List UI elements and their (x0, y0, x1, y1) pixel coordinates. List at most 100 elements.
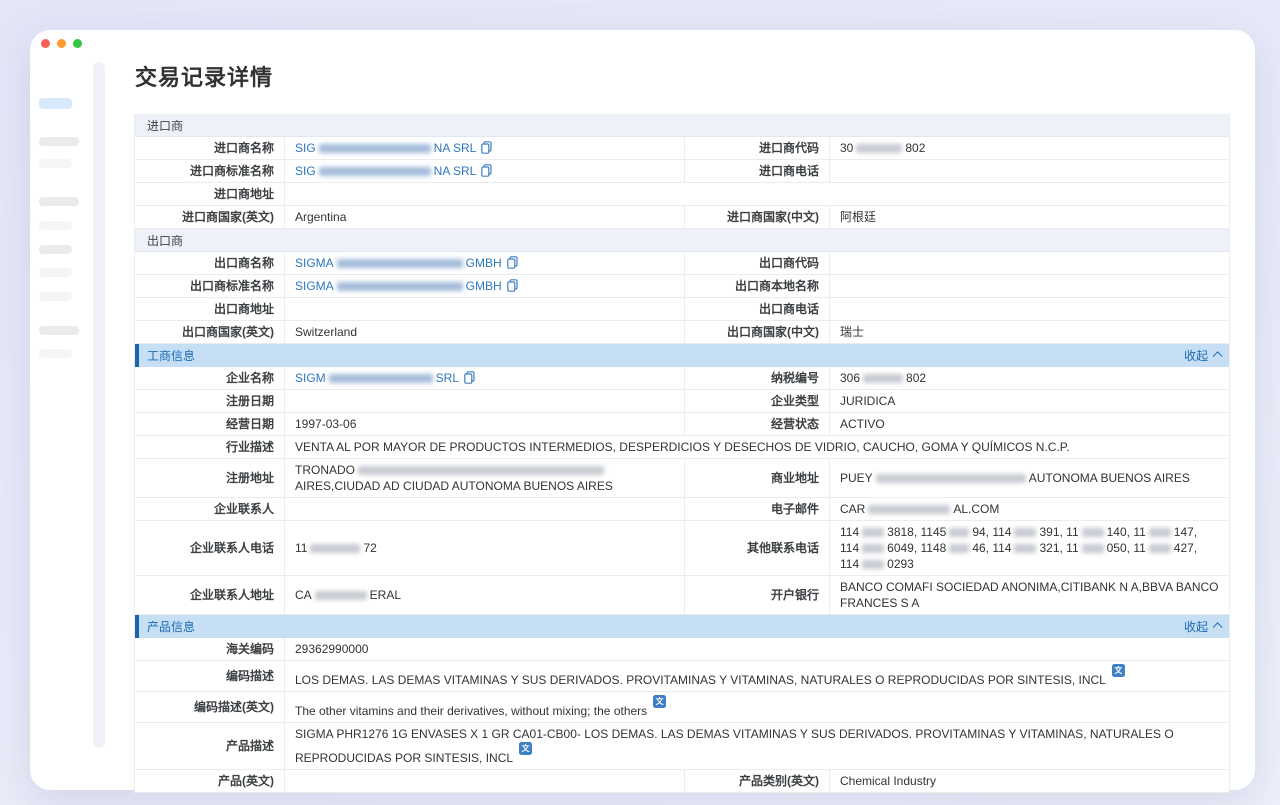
table-row: 企业联系人地址CAERAL开户银行BANCO COMAFI SOCIEDAD A… (135, 576, 1229, 615)
redacted-text (358, 466, 604, 475)
value-text: 阿根廷 (840, 210, 876, 224)
field-label: 出口商标准名称 (135, 275, 285, 297)
value-text[interactable]: SIG (295, 164, 316, 178)
copy-icon[interactable] (481, 141, 492, 154)
field-label: 电子邮件 (684, 498, 830, 520)
table-row: 进口商地址 (135, 183, 1229, 206)
traffic-light-zoom[interactable] (73, 39, 82, 48)
redacted-text (876, 474, 1026, 483)
value-text[interactable]: NA SRL (434, 164, 477, 178)
redacted-text (337, 282, 463, 291)
field-value (830, 160, 1229, 182)
value-text[interactable]: NA SRL (434, 141, 477, 155)
field-value-content: Chemical Industry (840, 773, 936, 789)
field-value-content: SIGM SRL (295, 370, 475, 386)
field-value: JURIDICA (830, 390, 1229, 412)
field-label: 出口商代码 (684, 252, 830, 274)
field-value: VENTA AL POR MAYOR DE PRODUCTOS INTERMED… (285, 436, 1229, 458)
value-text: CA (295, 588, 312, 602)
value-text: 802 (905, 141, 925, 155)
field-value: CAERAL (285, 576, 684, 614)
traffic-light-minimize[interactable] (57, 39, 66, 48)
sidebar-skeleton-bar (39, 159, 72, 168)
field-value-content: 29362990000 (295, 641, 368, 657)
redacted-text (862, 528, 884, 537)
value-text: BANCO COMAFI SOCIEDAD ANONIMA,CITIBANK N… (840, 580, 1219, 610)
value-text: PUEY (840, 471, 873, 485)
value-text: 瑞士 (840, 325, 864, 339)
value-text[interactable]: SIGMA (295, 279, 334, 293)
field-label: 商业地址 (684, 459, 830, 497)
field-label: 进口商电话 (684, 160, 830, 182)
field-label: 产品描述 (135, 723, 285, 769)
value-text: JURIDICA (840, 394, 895, 408)
field-value-content: 阿根廷 (840, 209, 876, 225)
sidebar-skeleton-bar (39, 221, 72, 230)
field-value (830, 298, 1229, 320)
field-value[interactable]: SIGMA GMBH (285, 252, 684, 274)
field-label: 企业联系人地址 (135, 576, 285, 614)
field-value: 306802 (830, 367, 1229, 389)
field-value-content: The other vitamins and their derivatives… (295, 695, 666, 719)
field-label: 海关编码 (135, 638, 285, 660)
value-text[interactable]: SIGM (295, 371, 326, 385)
table-row: 编码描述LOS DEMAS. LAS DEMAS VITAMINAS Y SUS… (135, 661, 1229, 692)
collapse-toggle[interactable]: 收起 (1184, 347, 1219, 364)
field-value: 阿根廷 (830, 206, 1229, 228)
field-value-content: SIGMA PHR1276 1G ENVASES X 1 GR CA01-CB0… (295, 726, 1219, 766)
translate-icon[interactable]: 文A (653, 695, 666, 708)
copy-icon[interactable] (481, 164, 492, 177)
value-text[interactable]: GMBH (466, 279, 502, 293)
table-row: 企业联系人电话1172其他联系电话1143818, 114594, 114391… (135, 521, 1229, 576)
value-text: 147, (1174, 525, 1197, 539)
sidebar-skeleton-bar (39, 245, 72, 254)
redacted-text (1149, 528, 1171, 537)
table-row: 经营日期1997-03-06经营状态ACTIVO (135, 413, 1229, 436)
field-value-content: 30802 (840, 140, 925, 156)
value-text[interactable]: SIG (295, 141, 316, 155)
field-label: 企业联系人 (135, 498, 285, 520)
field-value-content: SIGMA GMBH (295, 278, 518, 294)
section-title: 工商信息 (147, 347, 195, 364)
table-row: 企业联系人 电子邮件 CARAL.COM (135, 498, 1229, 521)
copy-icon[interactable] (507, 256, 518, 269)
section-header-product-info: 产品信息收起 (135, 615, 1229, 638)
value-text: 11 (295, 541, 307, 555)
field-value-content: SIG NA SRL (295, 163, 492, 179)
value-text[interactable]: SRL (436, 371, 459, 385)
field-value[interactable]: SIG NA SRL (285, 160, 684, 182)
value-text: 46, 114 (972, 541, 1011, 555)
collapse-toggle[interactable]: 收起 (1184, 618, 1219, 635)
page-title: 交易记录详情 (135, 60, 273, 92)
redacted-text (319, 167, 431, 176)
value-text: 306 (840, 371, 860, 385)
field-value-content: Switzerland (295, 324, 357, 340)
traffic-light-close[interactable] (41, 39, 50, 48)
copy-icon[interactable] (507, 279, 518, 292)
field-label: 产品类别(英文) (684, 770, 830, 792)
value-text[interactable]: SIGMA (295, 256, 334, 270)
field-value: Argentina (285, 206, 684, 228)
table-row: 出口商标准名称SIGMAGMBH出口商本地名称 (135, 275, 1229, 298)
copy-icon[interactable] (464, 371, 475, 384)
table-row: 出口商地址出口商电话 (135, 298, 1229, 321)
redacted-text (863, 374, 903, 383)
table-row: 进口商标准名称SIGNA SRL进口商电话 (135, 160, 1229, 183)
value-text: 391, 11 (1039, 525, 1078, 539)
field-value[interactable]: SIG NA SRL (285, 137, 684, 159)
table-row: 编码描述(英文)The other vitamins and their der… (135, 692, 1229, 723)
redacted-text (1014, 544, 1036, 553)
field-value: PUEYAUTONOMA BUENOS AIRES (830, 459, 1229, 497)
field-value[interactable]: SIGMA GMBH (285, 275, 684, 297)
table-row: 出口商名称SIGMAGMBH出口商代码 (135, 252, 1229, 275)
translate-icon[interactable]: 文A (1112, 664, 1125, 677)
redacted-text (862, 544, 884, 553)
translate-icon[interactable]: 文A (519, 742, 532, 755)
redacted-text (1082, 544, 1104, 553)
sidebar-skeleton-bar (39, 292, 72, 301)
field-value[interactable]: SIGM SRL (285, 367, 684, 389)
section-header-importer: 进口商 (135, 114, 1229, 137)
section-header-exporter: 出口商 (135, 229, 1229, 252)
field-value-content: CARAL.COM (840, 501, 999, 517)
value-text[interactable]: GMBH (466, 256, 502, 270)
